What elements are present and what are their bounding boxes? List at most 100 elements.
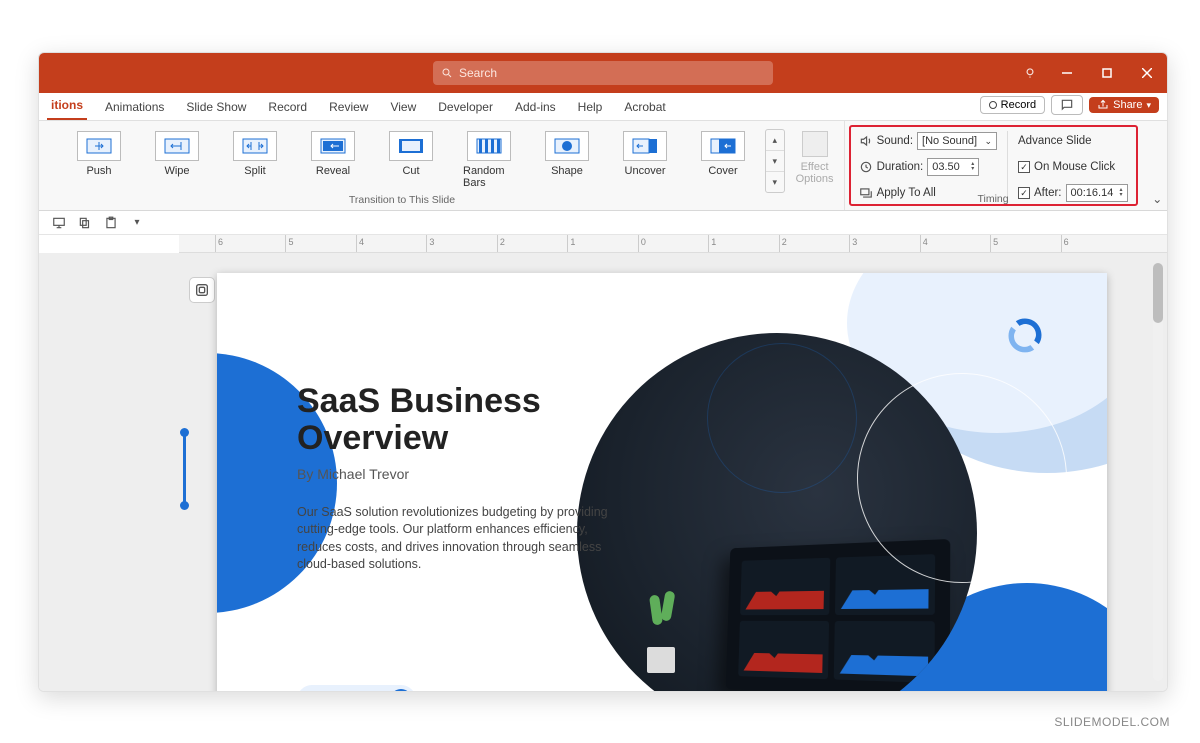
sound-label: Sound:: [877, 135, 913, 147]
transition-thumb: [311, 131, 355, 161]
tab-record[interactable]: Record: [264, 96, 311, 120]
sound-dropdown[interactable]: [No Sound] ⌄: [917, 132, 997, 150]
transition-label: Push: [86, 165, 111, 177]
slideshow-icon[interactable]: [51, 215, 67, 231]
search-placeholder: Search: [459, 66, 497, 80]
tab-animations[interactable]: Animations: [101, 96, 168, 120]
chevron-down-icon: ▾: [766, 172, 784, 192]
designer-button[interactable]: [189, 277, 215, 303]
record-button[interactable]: Record: [980, 96, 1045, 114]
tab-transitions[interactable]: itions: [47, 94, 87, 120]
slide-text-block[interactable]: SaaS Business Overview By Michael Trevor…: [297, 383, 617, 574]
duration-row: Duration: 03.50 ▴▾: [859, 157, 997, 177]
title-bar: Search: [39, 53, 1167, 93]
sound-icon: [859, 134, 873, 148]
horizontal-ruler: 6543210123456: [179, 235, 1167, 253]
slide-canvas-area: SaaS Business Overview By Michael Trevor…: [39, 253, 1167, 691]
on-mouse-click-checkbox[interactable]: ✓ On Mouse Click: [1018, 157, 1127, 177]
search-box[interactable]: Search: [433, 61, 773, 85]
sound-row: Sound: [No Sound] ⌄: [859, 131, 997, 151]
transition-thumb: [545, 131, 589, 161]
transition-split[interactable]: Split: [229, 131, 281, 177]
maximize-button[interactable]: [1087, 53, 1127, 93]
ribbon-tabs: itions Animations Slide Show Record Revi…: [39, 93, 1167, 121]
transition-push[interactable]: Push: [73, 131, 125, 177]
transition-label: Shape: [551, 165, 583, 177]
clock-icon: [859, 160, 873, 174]
tab-help[interactable]: Help: [574, 96, 607, 120]
transition-random-bars[interactable]: Random Bars: [463, 131, 515, 189]
duration-value: 03.50: [932, 161, 960, 173]
ribbon-collapse-button[interactable]: ⌄: [1148, 121, 1168, 210]
effect-options-button: Effect Options: [791, 125, 839, 185]
play-icon: [390, 689, 412, 691]
designer-icon: [194, 282, 210, 298]
tab-developer[interactable]: Developer: [434, 96, 497, 120]
group-label-transition: Transition to This Slide: [45, 194, 759, 208]
duration-label: Duration:: [877, 161, 924, 173]
transition-thumb: [701, 131, 745, 161]
plant-graphic: [637, 583, 685, 673]
window-controls: [1013, 53, 1167, 93]
tab-view[interactable]: View: [386, 96, 420, 120]
share-button[interactable]: Share▾: [1089, 97, 1159, 113]
chevron-up-icon: ▴: [766, 130, 784, 151]
close-button[interactable]: [1127, 53, 1167, 93]
transition-label: Uncover: [625, 165, 666, 177]
on-click-label: On Mouse Click: [1034, 161, 1115, 173]
minimize-button[interactable]: [1047, 53, 1087, 93]
chevron-down-icon: ▾: [1146, 100, 1151, 111]
app-window: Search itions Animations Slide Show Reco…: [38, 52, 1168, 692]
sound-value: [No Sound]: [922, 135, 977, 147]
transition-wipe[interactable]: Wipe: [151, 131, 203, 177]
tab-addins[interactable]: Add-ins: [511, 96, 560, 120]
slide-title: SaaS Business Overview: [297, 383, 617, 458]
paste-icon[interactable]: [103, 215, 119, 231]
comments-button[interactable]: [1051, 95, 1083, 115]
transition-reveal[interactable]: Reveal: [307, 131, 359, 177]
slidemodel-pill[interactable]: SlideModel: [297, 685, 416, 691]
chevron-down-icon: ▾: [766, 151, 784, 172]
share-icon: [1097, 99, 1109, 111]
transition-label: Random Bars: [463, 165, 515, 189]
group-label-timing: Timing: [851, 193, 1136, 205]
slide-description: Our SaaS solution revolutionizes budgeti…: [297, 504, 617, 574]
slide[interactable]: SaaS Business Overview By Michael Trevor…: [217, 273, 1107, 691]
transition-cover[interactable]: Cover: [697, 131, 749, 177]
transition-label: Reveal: [316, 165, 350, 177]
slide-byline: By Michael Trevor: [297, 466, 617, 482]
scrollbar-thumb[interactable]: [1153, 263, 1163, 323]
vertical-ruler-marker[interactable]: [183, 433, 186, 505]
copy-icon[interactable]: [77, 215, 93, 231]
transition-label: Split: [244, 165, 265, 177]
spinner-icon[interactable]: ▴▾: [971, 162, 974, 172]
chevron-down-icon: ⌄: [984, 136, 992, 147]
vertical-scrollbar[interactable]: [1153, 263, 1163, 681]
watermark: SLIDEMODEL.COM: [1054, 715, 1170, 729]
transition-thumb: [77, 131, 121, 161]
customize-qat-icon[interactable]: ▾: [129, 215, 145, 231]
gallery-expand[interactable]: ▴ ▾ ▾: [765, 129, 785, 193]
transition-cut[interactable]: Cut: [385, 131, 437, 177]
checkbox-icon: ✓: [1018, 161, 1030, 173]
ribbon: Push Wipe Split Reveal Cut Random Bars Shape Un…: [39, 121, 1167, 211]
advance-slide-heading: Advance Slide: [1018, 131, 1127, 151]
duration-field[interactable]: 03.50 ▴▾: [927, 158, 979, 176]
transition-thumb: [467, 131, 511, 161]
decor-ring: [707, 343, 857, 493]
effect-options-label: Effect Options: [791, 161, 839, 185]
transition-shape[interactable]: Shape: [541, 131, 593, 177]
transition-uncover[interactable]: Uncover: [619, 131, 671, 177]
transition-thumb: [233, 131, 277, 161]
logo-icon: [1003, 313, 1047, 357]
quick-access-toolbar: ▾: [39, 211, 1167, 235]
tab-acrobat[interactable]: Acrobat: [620, 96, 669, 120]
transition-label: Wipe: [164, 165, 189, 177]
tab-slideshow[interactable]: Slide Show: [182, 96, 250, 120]
transition-thumb: [155, 131, 199, 161]
record-dot-icon: [989, 101, 997, 109]
comment-icon: [1060, 98, 1074, 112]
coming-soon-icon[interactable]: [1013, 66, 1047, 80]
tab-review[interactable]: Review: [325, 96, 372, 120]
search-icon: [441, 67, 453, 79]
